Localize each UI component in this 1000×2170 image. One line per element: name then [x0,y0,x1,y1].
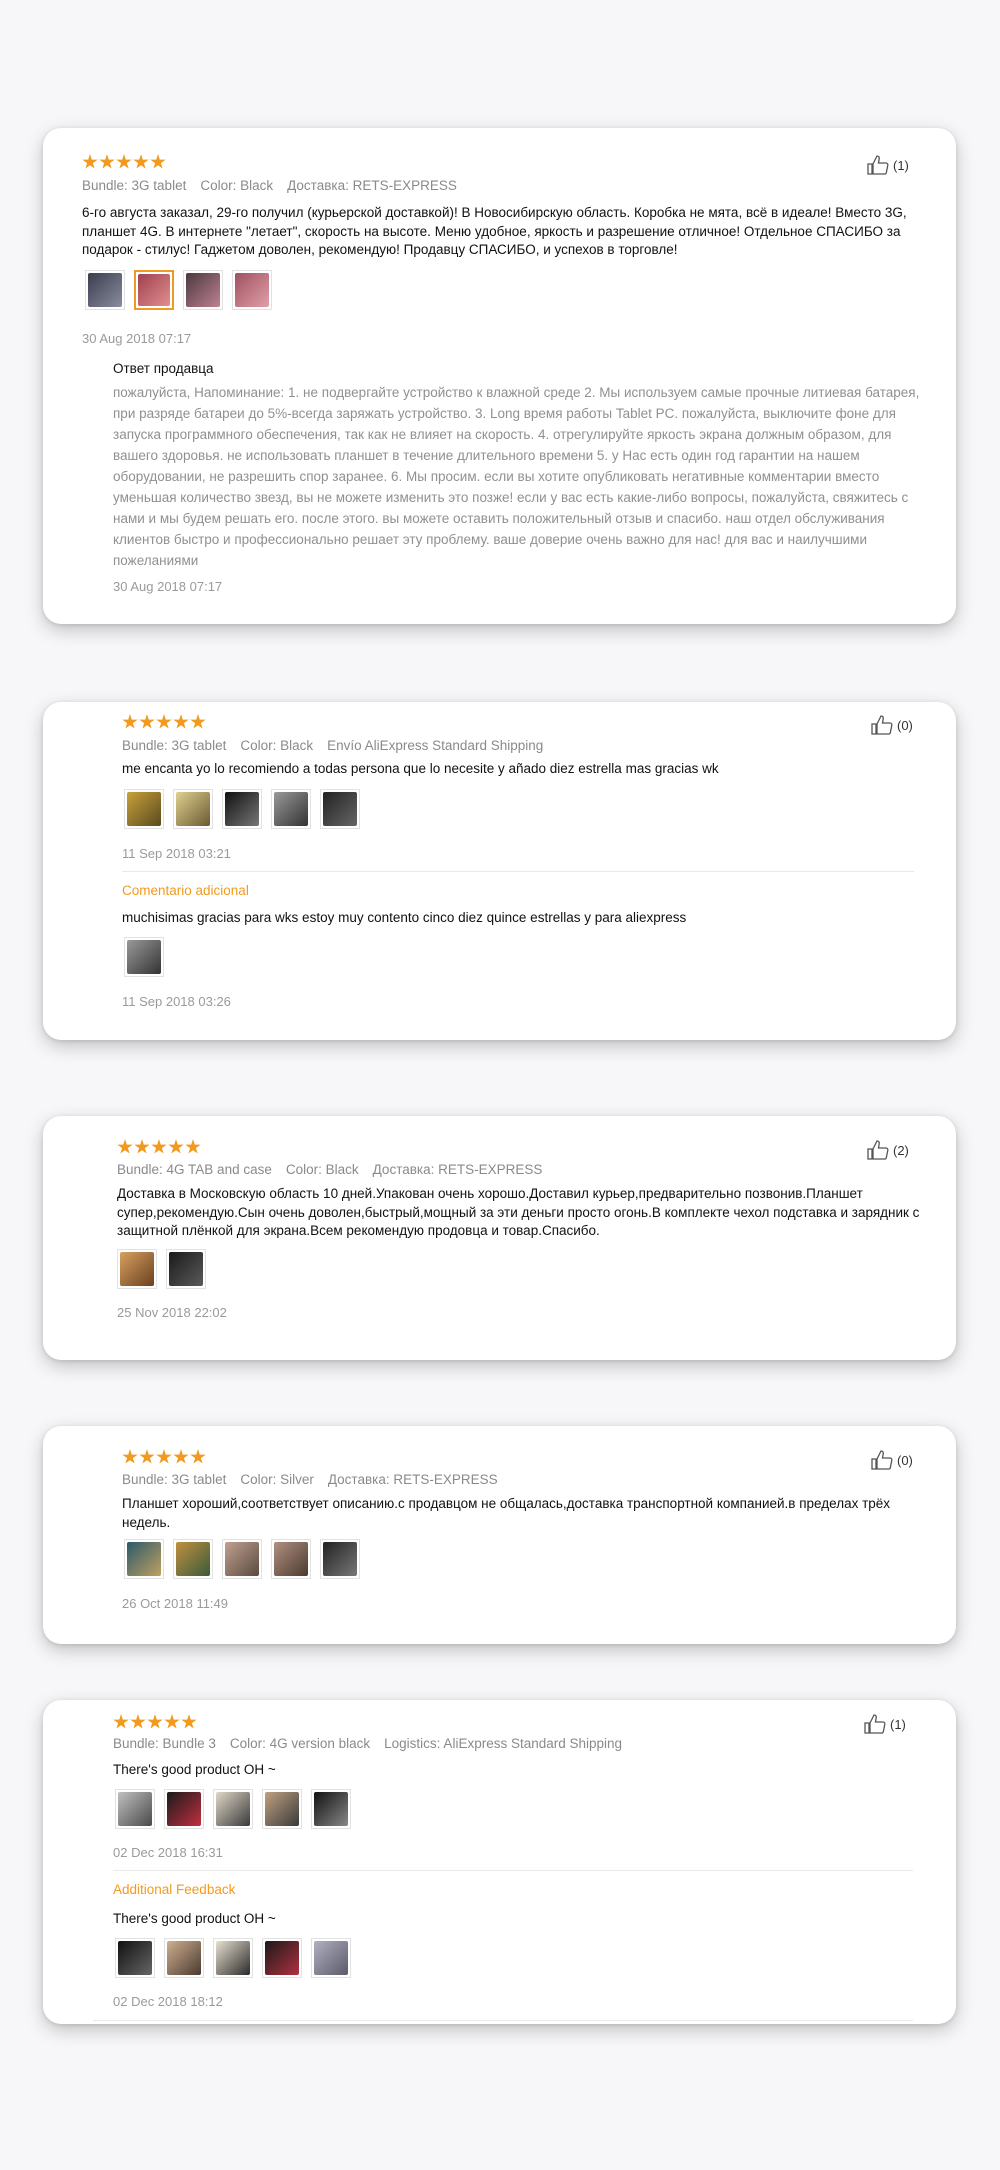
review-photo[interactable] [320,1539,360,1579]
helpful-button[interactable]: (1) [863,1713,906,1735]
review-photo[interactable] [173,789,213,829]
review-photo[interactable] [271,1539,311,1579]
additional-feedback-text: There's good product OH ~ [113,1911,276,1926]
review-meta: Bundle: 3G tablet Color: Silver Доставка: … [122,1472,498,1487]
thumbs-up-icon [867,155,889,175]
additional-feedback-date: 11 Sep 2018 03:26 [122,994,231,1009]
helpful-button[interactable]: (2) [866,1139,909,1161]
review-photo[interactable] [166,1249,206,1289]
helpful-button[interactable]: (0) [870,1449,913,1471]
divider [93,2020,913,2021]
review-photos [124,1539,360,1579]
seller-reply-date: 30 Aug 2018 07:17 [113,579,223,594]
review-date: 25 Nov 2018 22:02 [117,1305,227,1320]
review-photo[interactable] [124,937,164,977]
review-text: Планшет хороший,соответствует описанию.с… [122,1496,891,1530]
additional-feedback-label: Additional Feedback [113,1882,236,1897]
review-date: 30 Aug 2018 07:17 [82,331,192,346]
thumbs-up-icon [864,1714,886,1734]
review-photo[interactable] [320,789,360,829]
review-photo[interactable] [117,1249,157,1289]
review-date: 26 Oct 2018 11:49 [122,1596,229,1611]
seller-reply-title: Ответ продавца [113,361,214,376]
review-photos [124,789,360,829]
review-photo[interactable] [262,1938,302,1978]
review-text: 6-го августа заказал, 29-го получил (кур… [82,205,907,257]
divider [122,871,914,872]
review-text: There's good product OH ~ [113,1762,276,1777]
review-photo[interactable] [134,270,174,310]
review-photo[interactable] [164,1938,204,1978]
helpful-count: (0) [897,1452,913,1468]
review-card: Bundle: 4G TAB and case Color: Black Доста… [43,1116,956,1360]
review-card: Bundle: 3G tablet Color: Silver Доставка: … [43,1426,956,1644]
review-photo[interactable] [173,1539,213,1579]
thumbs-up-icon [871,715,893,735]
review-photo[interactable] [124,789,164,829]
review-text: Доставка в Московскую область 10 дней.Уп… [117,1186,920,1238]
review-card: Bundle: 3G tablet Color: Black Envío AliEx… [43,702,956,1040]
helpful-count: (2) [893,1142,909,1158]
review-photo[interactable] [164,1789,204,1829]
thumbs-up-icon [867,1140,889,1160]
review-text: me encanta yo lo recomiendo a todas pers… [122,761,719,776]
thumbs-up-icon [871,1450,893,1470]
helpful-button[interactable]: (0) [870,714,913,736]
helpful-count: (1) [890,1716,906,1732]
rating-stars [117,1139,201,1157]
review-photo[interactable] [183,270,223,310]
review-photo[interactable] [213,1789,253,1829]
review-meta: Bundle: 3G tablet Color: Black Envío AliEx… [122,738,544,753]
review-photos [85,270,272,310]
review-photo[interactable] [271,789,311,829]
review-card: Bundle: Bundle 3 Color: 4G version black L… [43,1700,956,2024]
review-photos [115,1789,351,1829]
divider [113,1870,913,1871]
review-photos [117,1249,206,1289]
review-photo[interactable] [311,1938,351,1978]
additional-photos [115,1938,351,1978]
review-photo[interactable] [262,1789,302,1829]
review-photo[interactable] [115,1789,155,1829]
rating-stars [122,714,206,732]
review-photo[interactable] [232,270,272,310]
review-card: Bundle: 3G tablet Color: Black Доставка: R… [43,128,956,624]
helpful-button[interactable]: (1) [866,154,909,176]
review-meta: Bundle: Bundle 3 Color: 4G version black L… [113,1736,623,1751]
review-photo[interactable] [311,1789,351,1829]
review-photo[interactable] [115,1938,155,1978]
review-meta: Bundle: 4G TAB and case Color: Black Доста… [117,1162,543,1177]
helpful-count: (0) [897,717,913,733]
additional-feedback-date: 02 Dec 2018 18:12 [113,1994,223,2009]
additional-feedback-label: Comentario adicional [122,883,249,898]
review-meta: Bundle: 3G tablet Color: Black Доставка: R… [82,178,457,193]
review-photo[interactable] [222,1539,262,1579]
review-photo[interactable] [213,1938,253,1978]
review-photo[interactable] [85,270,125,310]
additional-feedback-text: muchisimas gracias para wks estoy muy co… [122,910,687,925]
review-date: 02 Dec 2018 16:31 [113,1845,223,1860]
rating-stars [82,154,166,172]
review-photo[interactable] [222,789,262,829]
rating-stars [122,1449,206,1467]
rating-stars [113,1714,197,1732]
helpful-count: (1) [893,157,909,173]
additional-photos [124,937,164,977]
review-date: 11 Sep 2018 03:21 [122,846,231,861]
review-photo[interactable] [124,1539,164,1579]
seller-reply-text: пожалуйста, Напоминание: 1. не подвергай… [113,385,920,568]
